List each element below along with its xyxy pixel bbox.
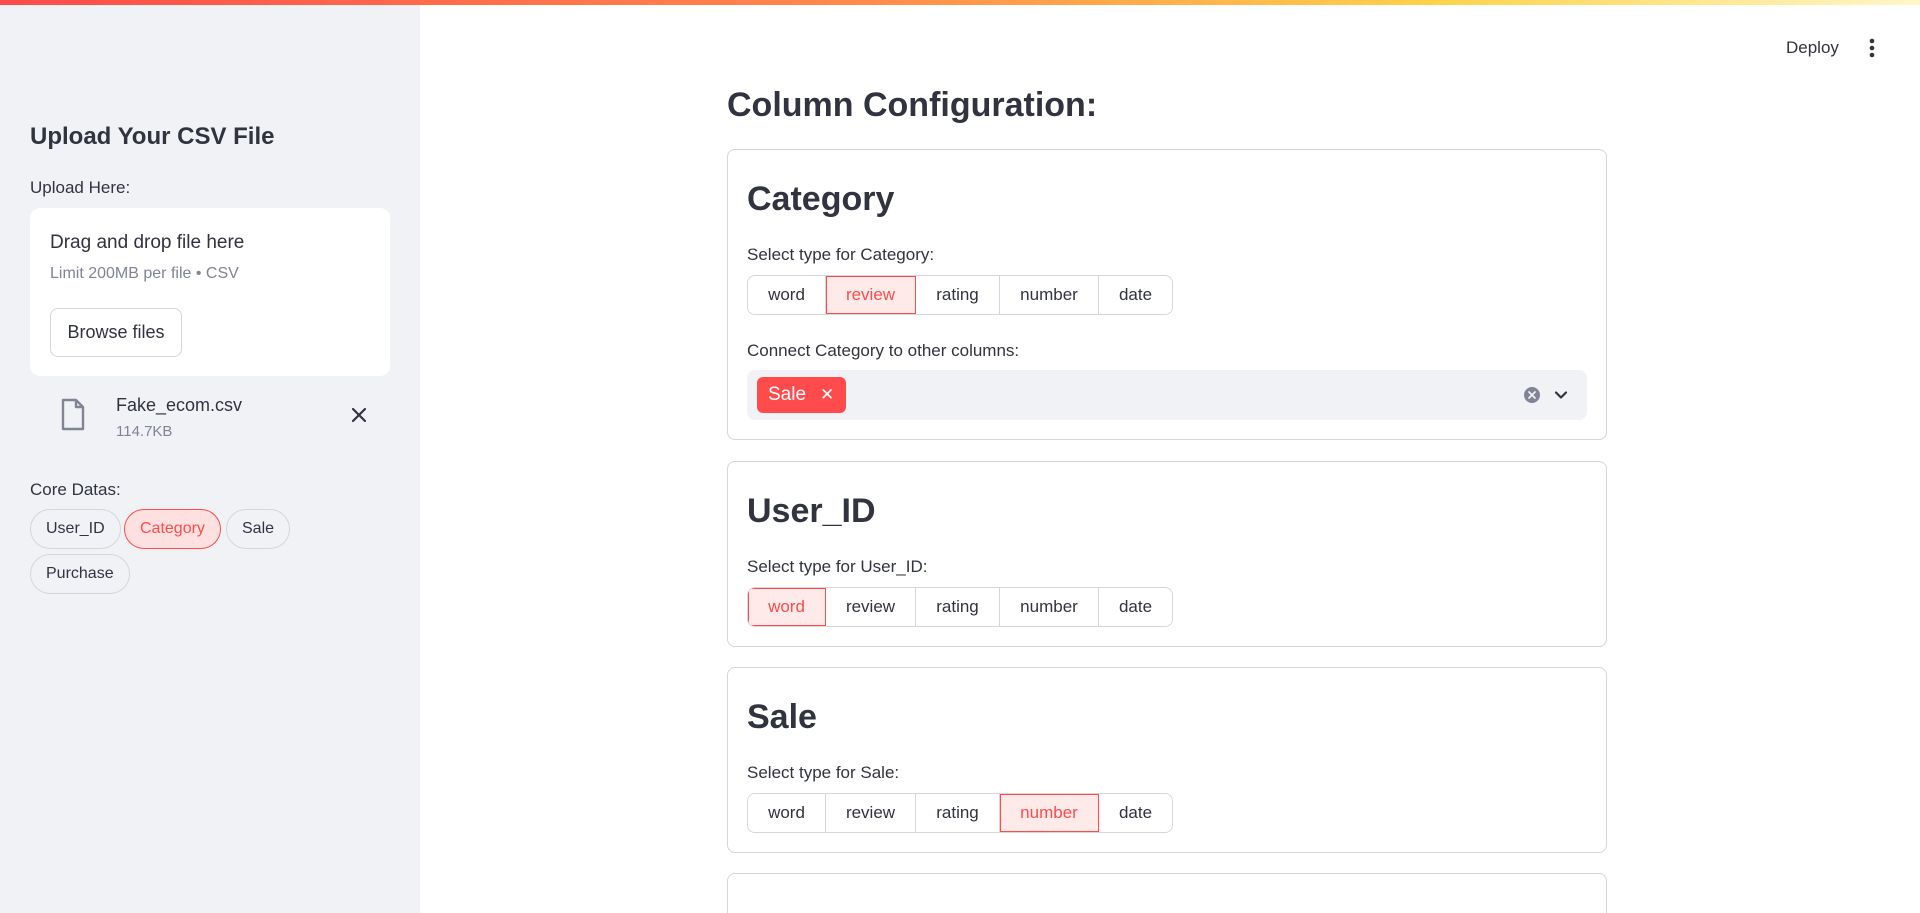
uploaded-file-row: Fake_ecom.csv 114.7KB [30,388,390,448]
file-dropzone[interactable]: Drag and drop file here Limit 200MB per … [30,208,390,376]
pill-purchase[interactable]: Purchase [30,554,130,594]
top-decoration-stripe [0,0,1920,5]
page-title: Column Configuration: [727,86,1098,124]
type-label: Select type for User_ID: [747,557,928,576]
type-option-review[interactable]: review [826,794,916,832]
type-selector: word review rating number date [747,275,1173,315]
upload-label: Upload Here: [30,178,131,197]
column-card-user-id: User_ID Select type for User_ID: word re… [727,461,1607,647]
type-selector: word review rating number date [747,793,1173,833]
file-size: 114.7KB [116,423,173,440]
browse-files-button[interactable]: Browse files [50,308,182,357]
file-name: Fake_ecom.csv [116,395,243,415]
type-option-review[interactable]: review [826,276,916,314]
card-title: Category [747,180,895,218]
type-option-rating[interactable]: rating [916,588,1000,626]
tag-remove-icon[interactable]: ✕ [820,377,834,413]
type-option-review[interactable]: review [826,588,916,626]
type-option-date[interactable]: date [1099,588,1172,626]
type-option-rating[interactable]: rating [916,794,1000,832]
type-option-rating[interactable]: rating [916,276,1000,314]
deploy-button[interactable]: Deploy [1786,38,1839,58]
pill-user-id[interactable]: User_ID [30,509,121,549]
chevron-down-icon[interactable] [1553,387,1569,403]
type-option-number[interactable]: number [1000,276,1099,314]
close-icon[interactable] [348,404,370,426]
sidebar-title: Upload Your CSV File [30,123,275,150]
type-option-number[interactable]: number [1000,588,1099,626]
type-option-word[interactable]: word [748,276,826,314]
pill-sale[interactable]: Sale [226,509,291,549]
type-label: Select type for Sale: [747,763,900,782]
tag-label: Sale [768,384,807,405]
type-option-word[interactable]: word [748,794,826,832]
dropzone-title: Drag and drop file here [50,232,245,253]
connect-columns-multiselect[interactable]: Sale ✕ [747,370,1587,420]
type-option-number[interactable]: number [1000,794,1099,832]
selected-tag-sale: Sale ✕ [757,377,847,413]
type-selector: word review rating number date [747,587,1173,627]
column-card-category: Category Select type for Category: word … [727,149,1607,440]
core-datas-label: Core Datas: [30,480,121,499]
more-vertical-icon[interactable] [1864,36,1880,60]
type-option-date[interactable]: date [1099,276,1172,314]
card-title: User_ID [747,492,876,530]
type-option-date[interactable]: date [1099,794,1172,832]
type-option-word[interactable]: word [748,588,826,626]
column-card-next [727,873,1607,913]
file-icon [61,398,85,431]
type-label: Select type for Category: [747,245,935,264]
pill-category[interactable]: Category [124,509,221,549]
connect-label: Connect Category to other columns: [747,341,1020,360]
dropzone-limit: Limit 200MB per file • CSV [50,265,239,282]
sidebar: Upload Your CSV File Upload Here: Drag a… [0,0,420,913]
column-card-sale: Sale Select type for Sale: word review r… [727,667,1607,853]
clear-all-icon[interactable] [1523,386,1541,404]
card-title: Sale [747,698,817,736]
